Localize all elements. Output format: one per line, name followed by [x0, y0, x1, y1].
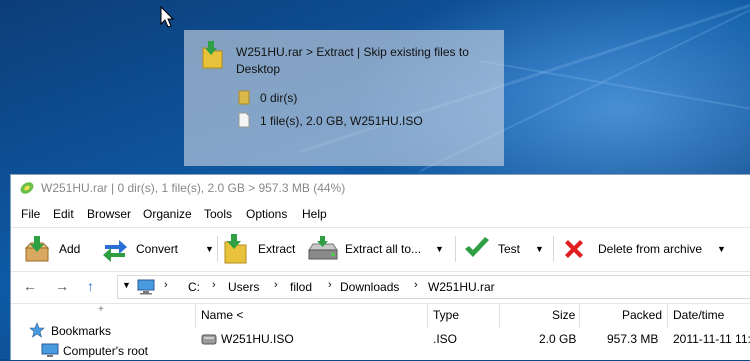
convert-label: Convert [136, 242, 179, 256]
menu-edit[interactable]: Edit [53, 207, 74, 221]
delete-dropdown-icon[interactable]: ▼ [717, 244, 726, 254]
history-dropdown-icon[interactable]: ▼ [122, 280, 131, 290]
file-date: 2011-11-11 11:2 [673, 332, 750, 346]
file-name: W251HU.ISO [221, 332, 294, 346]
drive-extract-icon [308, 236, 338, 260]
extract-all-button[interactable]: Extract all to... ▼ [307, 234, 451, 264]
computer-icon [137, 279, 155, 295]
file-packed: 957.3 MB [607, 332, 659, 346]
convert-arrows-icon [103, 240, 127, 262]
sidebar-item-bookmarks[interactable]: Bookmarks [29, 322, 189, 340]
column-header-date[interactable]: Date/time [673, 308, 724, 322]
breadcrumb-segment[interactable]: C: [188, 280, 200, 294]
window-title: W251HU.rar | 0 dir(s), 1 file(s), 2.0 GB… [41, 181, 346, 195]
add-archive-icon [24, 236, 50, 262]
file-type: .ISO [433, 332, 458, 346]
app-logo-icon [20, 182, 34, 194]
column-divider [667, 304, 668, 328]
menu-file[interactable]: File [21, 207, 40, 221]
menu-browser[interactable]: Browser [87, 207, 131, 221]
menu-bar: File Edit Browser Organize Tools Options… [11, 203, 750, 225]
disc-image-icon [201, 334, 217, 345]
column-header-name[interactable]: Name < [201, 308, 243, 322]
column-divider [499, 304, 500, 328]
breadcrumb-segment[interactable]: filod [290, 280, 312, 294]
address-bar[interactable]: ▼ › C: › Users › filod › Downloads › W25… [117, 275, 750, 299]
tooltip-dirs: 0 dir(s) [260, 91, 298, 105]
breadcrumb-chevron-icon[interactable]: › [274, 279, 278, 291]
breadcrumb-chevron-icon[interactable]: › [414, 279, 418, 291]
menu-tools[interactable]: Tools [204, 207, 232, 221]
extract-label: Extract [258, 242, 296, 256]
menu-help[interactable]: Help [302, 207, 327, 221]
toolbar-separator [553, 236, 554, 262]
archive-window: W251HU.rar | 0 dir(s), 1 file(s), 2.0 GB… [10, 174, 750, 360]
mouse-cursor-icon [160, 6, 175, 28]
address-bar-row: ← → ↑ ▼ › C: › Users › filod › Downloads… [11, 271, 750, 302]
column-header-type[interactable]: Type [433, 308, 459, 322]
back-arrow-icon[interactable]: ← [23, 278, 37, 294]
column-divider [427, 304, 428, 328]
delete-from-archive-button[interactable]: Delete from archive ▼ [559, 234, 737, 264]
sidebar-item-label: Bookmarks [51, 324, 112, 338]
title-bar[interactable]: W251HU.rar | 0 dir(s), 1 file(s), 2.0 GB… [11, 175, 750, 201]
convert-dropdown-icon[interactable]: ▼ [205, 244, 214, 254]
test-dropdown-icon[interactable]: ▼ [535, 244, 544, 254]
extract-folder-icon [202, 41, 223, 69]
column-divider [195, 304, 196, 328]
add-button[interactable]: Add [21, 234, 93, 264]
computer-icon [41, 343, 59, 357]
breadcrumb-chevron-icon[interactable]: › [164, 279, 168, 291]
test-button[interactable]: Test ▼ [461, 234, 553, 264]
menu-organize[interactable]: Organize [143, 207, 192, 221]
check-icon [465, 237, 489, 257]
column-header-packed[interactable]: Packed [622, 308, 662, 322]
toolbar: Add Convert ▼ Extract Extract all to... … [11, 227, 750, 268]
menu-options[interactable]: Options [246, 207, 287, 221]
file-size: 2.0 GB [539, 332, 577, 346]
breadcrumb-segment[interactable]: Downloads [340, 280, 399, 294]
extract-all-dropdown-icon[interactable]: ▼ [435, 244, 444, 254]
delete-label: Delete from archive [598, 242, 703, 256]
breadcrumb-chevron-icon[interactable]: › [328, 279, 332, 291]
column-divider [579, 304, 580, 328]
delete-x-icon [565, 240, 583, 258]
sidebar-item-label: Computer's root [63, 344, 148, 358]
toolbar-separator [455, 236, 456, 262]
breadcrumb-chevron-icon[interactable]: › [212, 279, 216, 291]
extract-all-label: Extract all to... [345, 242, 422, 256]
sidebar-item-computer-root[interactable]: Computer's root [41, 342, 191, 360]
extract-button[interactable]: Extract [221, 234, 307, 264]
extract-folder-icon [224, 234, 247, 264]
sidebar: + Bookmarks Computer's root [11, 304, 195, 361]
file-icon [238, 112, 250, 128]
column-header-size[interactable]: Size [552, 308, 575, 322]
star-icon [29, 322, 45, 338]
up-arrow-icon[interactable]: ↑ [87, 278, 94, 294]
sidebar-expand-toggle[interactable]: + [98, 304, 104, 315]
forward-arrow-icon[interactable]: → [55, 278, 69, 294]
drag-drop-tooltip: W251HU.rar > Extract | Skip existing fil… [184, 30, 504, 166]
toolbar-separator [217, 236, 218, 262]
test-label: Test [498, 242, 521, 256]
content-area: + Bookmarks Computer's root Name < Type … [11, 303, 750, 361]
add-label: Add [59, 242, 81, 256]
breadcrumb-segment[interactable]: Users [228, 280, 259, 294]
tooltip-files: 1 file(s), 2.0 GB, W251HU.ISO [260, 114, 423, 128]
wallpaper-beam [479, 60, 750, 115]
folder-icon [238, 90, 250, 105]
breadcrumb-segment[interactable]: W251HU.rar [428, 280, 495, 294]
convert-button[interactable]: Convert ▼ [99, 234, 214, 264]
tooltip-title: W251HU.rar > Extract | Skip existing fil… [236, 45, 469, 76]
